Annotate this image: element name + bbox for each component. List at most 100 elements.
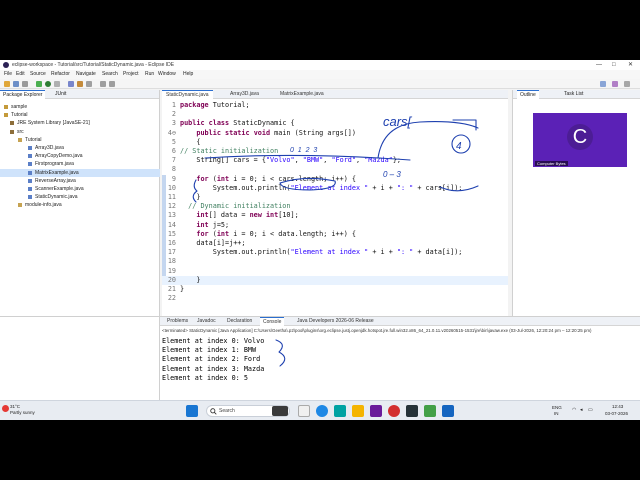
tree-item[interactable]: src: [0, 128, 160, 136]
code-line[interactable]: 16 data[i]=j++;: [162, 239, 508, 248]
code-line[interactable]: 12 // Dynamic initialization: [162, 202, 508, 211]
volume-icon[interactable]: ◂: [580, 407, 583, 413]
tree-item[interactable]: Array3D.java: [0, 144, 160, 152]
perspective-java-icon[interactable]: [600, 81, 606, 87]
editor-tab-staticdynamic[interactable]: StaticDynamic.java: [162, 90, 213, 99]
menu-navigate[interactable]: Navigate: [76, 70, 96, 79]
chrome-icon[interactable]: [388, 405, 400, 417]
code-line[interactable]: 17 System.out.println("Element at index …: [162, 248, 508, 257]
console-line: Element at index 1: BMW: [162, 346, 257, 355]
tree-item[interactable]: MatrixExample.java: [0, 168, 160, 177]
editor-tab-array3d[interactable]: Array3D.java: [226, 90, 263, 99]
tab-outline[interactable]: Outline: [517, 90, 539, 99]
tree-item[interactable]: ScannerExample.java: [0, 185, 160, 193]
minimize-button[interactable]: —: [596, 60, 602, 70]
menu-project[interactable]: Project: [123, 70, 139, 79]
forward-icon[interactable]: [109, 81, 115, 87]
new-java-class-icon[interactable]: [68, 81, 74, 87]
menu-refactor[interactable]: Refactor: [51, 70, 70, 79]
store-icon[interactable]: [334, 405, 346, 417]
widget-thumbnail-icon[interactable]: [272, 406, 288, 416]
code-line[interactable]: 7 String[] cars = {"Volvo", "BMW", "Ford…: [162, 156, 508, 165]
code-line[interactable]: 22: [162, 294, 508, 303]
edge-icon[interactable]: [316, 405, 328, 417]
code-line[interactable]: 14 int j=5;: [162, 221, 508, 230]
start-icon[interactable]: [186, 405, 198, 417]
search-icon[interactable]: [86, 81, 92, 87]
menu-file[interactable]: File: [4, 70, 12, 79]
tree-item[interactable]: Firstprogram.java: [0, 160, 160, 168]
tree-item[interactable]: Tutorial: [0, 136, 160, 144]
outline-tabs: Outline Task List: [513, 90, 640, 99]
tab-javadoc[interactable]: Javadoc: [194, 317, 219, 326]
console-line: Element at index 0: 5: [162, 373, 248, 382]
menu-edit[interactable]: Edit: [16, 70, 25, 79]
tree-item[interactable]: ArrayCopyDemo.java: [0, 152, 160, 160]
back-icon[interactable]: [100, 81, 106, 87]
tab-problems[interactable]: Problems: [164, 317, 191, 326]
save-icon[interactable]: [13, 81, 19, 87]
code-line[interactable]: 4⊖ public static void main (String args[…: [162, 129, 508, 138]
code-editor[interactable]: StaticDynamic.java Array3D.java MatrixEx…: [162, 90, 508, 316]
tree-item[interactable]: module-info.java: [0, 201, 160, 209]
code-line[interactable]: 13 int[] data = new int[10];: [162, 211, 508, 220]
clock-date[interactable]: 03-07-2026: [605, 411, 628, 416]
tab-console[interactable]: Console: [260, 317, 285, 326]
code-line[interactable]: 3 public class StaticDynamic {: [162, 119, 508, 128]
tree-item[interactable]: ReverseArray.java: [0, 177, 160, 185]
run-icon[interactable]: [45, 81, 51, 87]
debug-icon[interactable]: [36, 81, 42, 87]
file-explorer-icon[interactable]: [352, 405, 364, 417]
menu-help[interactable]: Help: [183, 70, 193, 79]
tree-item[interactable]: StaticDynamic.java: [0, 193, 160, 201]
code-line[interactable]: 10 System.out.println("Element at index …: [162, 184, 508, 193]
code-line[interactable]: 15 for (int i = 0; i < data.length; i++)…: [162, 230, 508, 239]
tab-java-developers-release[interactable]: Java Developers 2026-06 Release: [294, 317, 377, 326]
code-text: }: [180, 285, 185, 293]
close-button[interactable]: ✕: [628, 60, 633, 70]
screen: eclipse-workspace - Tutorial/src/Tutoria…: [0, 0, 640, 480]
app-icon[interactable]: [424, 405, 436, 417]
code-line[interactable]: 11 }: [162, 193, 508, 202]
menu-source[interactable]: Source: [30, 70, 46, 79]
menu-search[interactable]: Search: [102, 70, 118, 79]
code-line[interactable]: 18: [162, 257, 508, 266]
tab-package-explorer[interactable]: Package Explorer: [0, 90, 46, 99]
app2-icon[interactable]: [442, 405, 454, 417]
code-text: int[] data = new int[10];: [196, 211, 299, 220]
maximize-button[interactable]: □: [612, 60, 616, 70]
open-perspective-icon[interactable]: [624, 81, 630, 87]
battery-icon[interactable]: ▭: [588, 407, 593, 413]
code-line[interactable]: 21}: [162, 285, 508, 294]
editor-tab-matrixexample[interactable]: MatrixExample.java: [276, 90, 328, 99]
code-line[interactable]: 19: [162, 267, 508, 276]
tab-junit[interactable]: JUnit: [52, 90, 69, 99]
terminal-icon[interactable]: [406, 405, 418, 417]
weather-widget[interactable]: 31°C Partly sunny: [2, 404, 35, 416]
menu-run[interactable]: Run: [145, 70, 154, 79]
code-line[interactable]: 5 {: [162, 138, 508, 147]
tab-task-list[interactable]: Task List: [561, 90, 586, 99]
wifi-icon[interactable]: ◠: [572, 407, 576, 413]
task-view-icon[interactable]: [298, 405, 310, 417]
code-line[interactable]: 8: [162, 165, 508, 174]
code-line[interactable]: 9 for (int i = 0; i < cars.length; i++) …: [162, 175, 508, 184]
code-line[interactable]: 6 // Static initialization: [162, 147, 508, 156]
code-line[interactable]: 2: [162, 110, 508, 119]
tab-declaration[interactable]: Declaration: [224, 317, 255, 326]
open-type-icon[interactable]: [77, 81, 83, 87]
line-number: 22: [167, 294, 176, 303]
code-line[interactable]: 1 package Tutorial;: [162, 101, 508, 110]
code-line[interactable]: 20 }: [162, 275, 508, 285]
tree-item[interactable]: JRE System Library [JavaSE-21]: [0, 119, 160, 127]
clock-time[interactable]: 12:43: [612, 404, 623, 409]
language-indicator[interactable]: ENG: [552, 405, 562, 410]
coverage-icon[interactable]: [54, 81, 60, 87]
tree-item[interactable]: sample: [0, 103, 160, 111]
new-icon[interactable]: [4, 81, 10, 87]
perspective-debug-icon[interactable]: [612, 81, 618, 87]
menu-window[interactable]: Window: [158, 70, 176, 79]
tree-item[interactable]: Tutorial: [0, 111, 160, 119]
print-icon[interactable]: [22, 81, 28, 87]
eclipse-taskbar-icon[interactable]: [370, 405, 382, 417]
